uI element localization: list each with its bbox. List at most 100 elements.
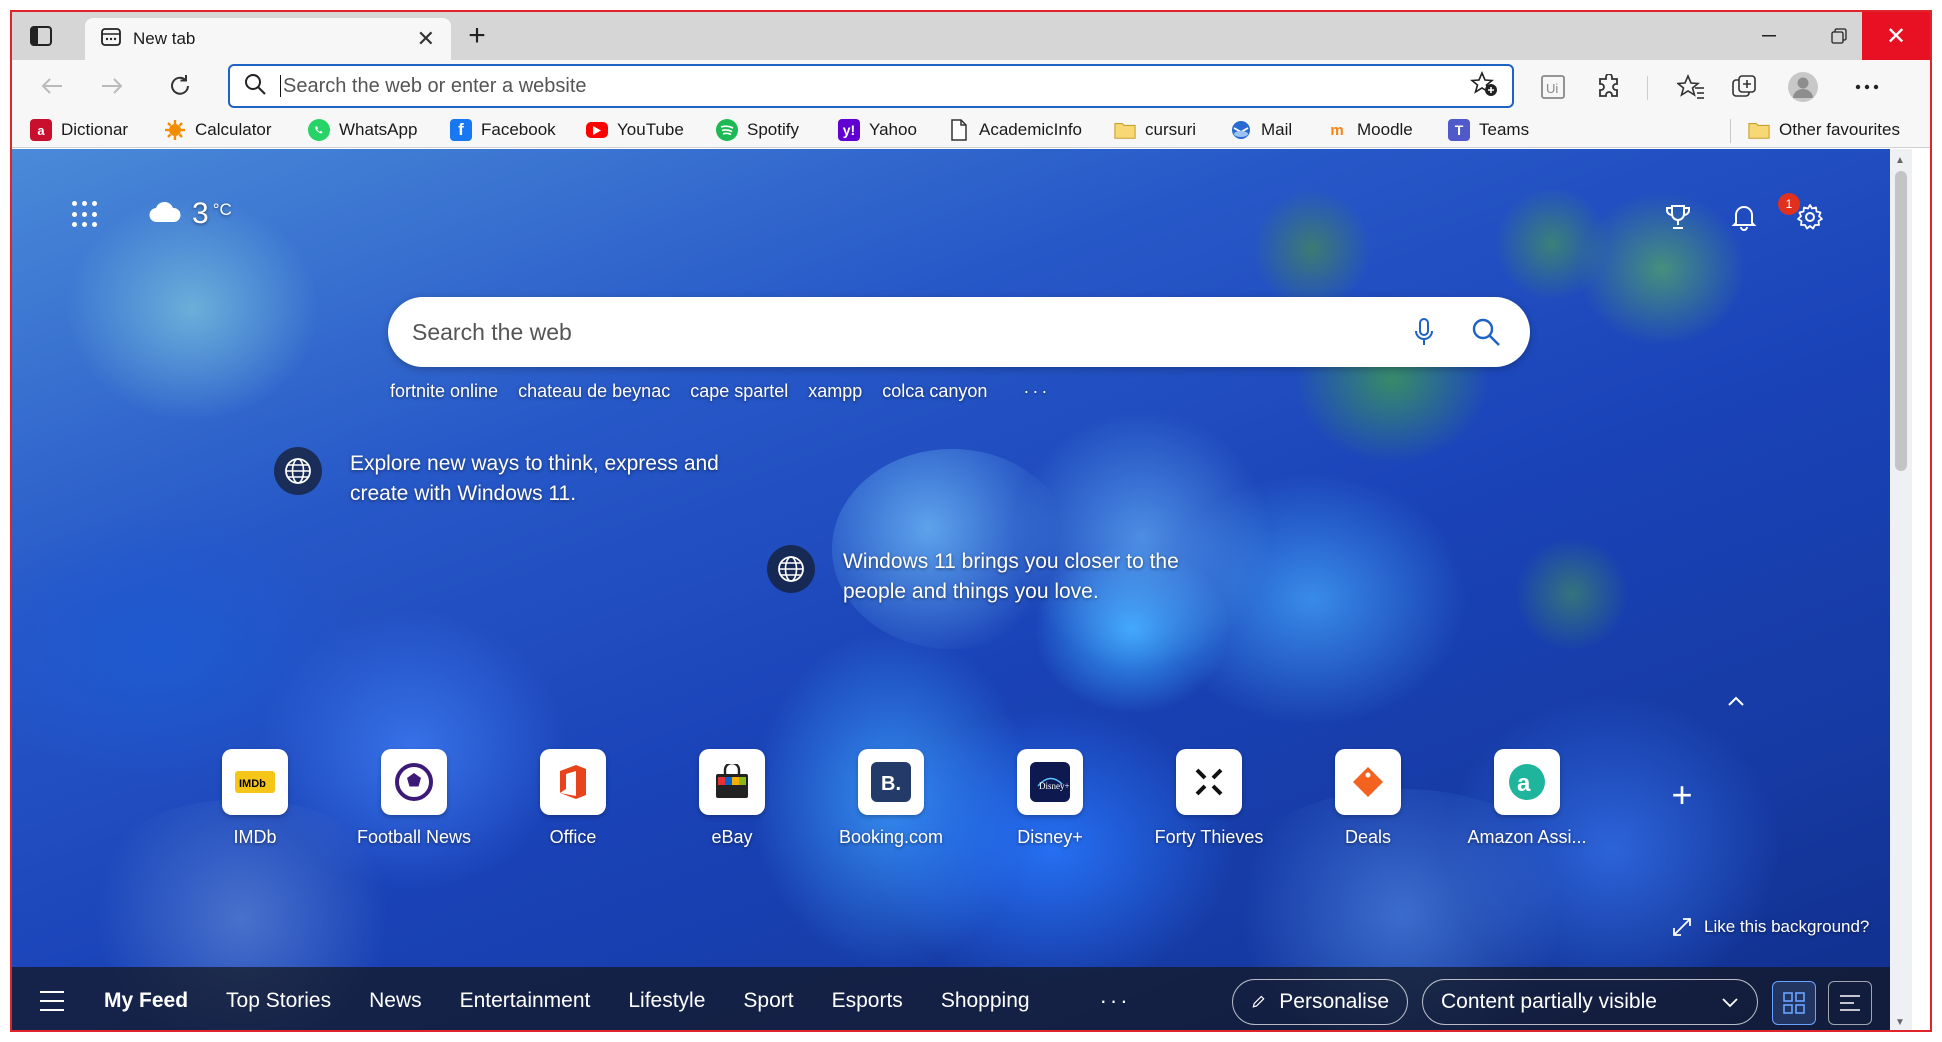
favourite-moodle[interactable]: m Moodle bbox=[1326, 117, 1412, 143]
quick-link-forty-thieves[interactable]: Forty Thieves bbox=[1134, 749, 1284, 848]
favourite-teams[interactable]: T Teams bbox=[1448, 117, 1529, 143]
collections-icon[interactable] bbox=[1728, 70, 1762, 104]
rewards-trophy-icon[interactable] bbox=[1660, 199, 1696, 235]
quick-link-imdb[interactable]: IMDb IMDb bbox=[180, 749, 330, 848]
uipath-extension-icon[interactable]: Ui bbox=[1536, 70, 1570, 104]
search-submit-icon[interactable] bbox=[1466, 312, 1506, 352]
teams-icon: T bbox=[1448, 119, 1470, 141]
trending-search-link[interactable]: chateau de beynac bbox=[518, 381, 670, 402]
refresh-icon[interactable] bbox=[164, 70, 196, 102]
new-tab-page: 3 °C 1 Search the web fortnite online ch… bbox=[12, 149, 1912, 1030]
close-window-icon[interactable]: ✕ bbox=[1862, 12, 1930, 60]
quick-link-football-news[interactable]: Football News bbox=[339, 749, 489, 848]
scrollbar-thumb[interactable] bbox=[1895, 171, 1907, 471]
extensions-icon[interactable] bbox=[1592, 70, 1626, 104]
trending-more-button[interactable]: ··· bbox=[1023, 381, 1050, 402]
favourite-whatsapp[interactable]: WhatsApp bbox=[308, 117, 417, 143]
trending-search-link[interactable]: xampp bbox=[808, 381, 862, 402]
globe-icon bbox=[274, 447, 322, 495]
forward-icon[interactable] bbox=[96, 70, 128, 102]
trending-search-link[interactable]: cape spartel bbox=[690, 381, 788, 402]
trending-searches: fortnite online chateau de beynac cape s… bbox=[390, 377, 1070, 405]
trending-search-link[interactable]: fortnite online bbox=[390, 381, 498, 402]
favourite-label: Calculator bbox=[195, 120, 272, 139]
promo-windows11-closer[interactable]: Windows 11 brings you closer to the peop… bbox=[767, 545, 1203, 607]
quick-link-booking[interactable]: B. Booking.com bbox=[816, 749, 966, 848]
favourite-cursuri[interactable]: cursuri bbox=[1114, 117, 1196, 143]
quick-link-ebay[interactable]: eBay bbox=[657, 749, 807, 848]
quick-link-deals[interactable]: Deals bbox=[1293, 749, 1443, 848]
favourite-yahoo[interactable]: y! Yahoo bbox=[838, 117, 917, 143]
favourite-dictionar[interactable]: a Dictionar bbox=[30, 117, 128, 143]
feed-tab-news[interactable]: News bbox=[369, 989, 422, 1013]
back-icon[interactable] bbox=[36, 70, 68, 102]
microphone-icon[interactable] bbox=[1404, 312, 1444, 352]
personalise-button[interactable]: Personalise bbox=[1232, 979, 1408, 1025]
grid-layout-icon[interactable] bbox=[1772, 981, 1816, 1025]
favourite-facebook[interactable]: f Facebook bbox=[450, 117, 556, 143]
svg-text:a: a bbox=[1517, 770, 1531, 797]
tab-close-icon[interactable]: ✕ bbox=[417, 26, 435, 52]
quick-link-office[interactable]: Office bbox=[498, 749, 648, 848]
minimize-icon[interactable] bbox=[1754, 24, 1784, 48]
favourite-mail[interactable]: Mail bbox=[1230, 117, 1292, 143]
favourite-youtube[interactable]: YouTube bbox=[586, 117, 684, 143]
hamburger-menu-icon[interactable] bbox=[40, 990, 64, 1011]
page-settings-gear-icon[interactable] bbox=[1792, 199, 1828, 235]
feed-tab-my-feed[interactable]: My Feed bbox=[104, 989, 188, 1013]
feed-more-button[interactable]: ··· bbox=[1100, 988, 1131, 1014]
tab-new-tab[interactable]: New tab ✕ bbox=[85, 18, 451, 60]
feed-tab-shopping[interactable]: Shopping bbox=[941, 989, 1030, 1013]
list-layout-icon[interactable] bbox=[1828, 981, 1872, 1025]
quick-link-label: IMDb bbox=[233, 827, 277, 847]
quick-link-label: Office bbox=[549, 827, 597, 847]
tab-actions-icon[interactable] bbox=[26, 22, 56, 50]
more-options-icon[interactable] bbox=[1850, 70, 1884, 104]
favourite-academicinfo[interactable]: AcademicInfo bbox=[948, 117, 1082, 143]
feed-navigation-bar: My Feed Top Stories News Entertainment L… bbox=[12, 967, 1890, 1030]
facebook-icon: f bbox=[450, 119, 472, 141]
web-search-box[interactable]: Search the web bbox=[388, 297, 1530, 367]
restore-icon[interactable] bbox=[1824, 24, 1854, 48]
favourite-calculator[interactable]: Calculator bbox=[164, 117, 272, 143]
notifications-bell-icon[interactable] bbox=[1726, 199, 1762, 235]
feed-tab-top-stories[interactable]: Top Stories bbox=[226, 989, 331, 1013]
feed-tab-lifestyle[interactable]: Lifestyle bbox=[628, 989, 705, 1013]
chevron-down-icon bbox=[1722, 998, 1738, 1008]
apps-launcher-icon[interactable] bbox=[72, 201, 100, 229]
page-scrollbar[interactable]: ▲ ▼ bbox=[1890, 149, 1912, 1030]
title-bar: New tab ✕ + ✕ bbox=[12, 12, 1930, 60]
favourite-label: cursuri bbox=[1145, 120, 1197, 139]
deals-icon bbox=[1335, 749, 1401, 815]
favourite-label: Yahoo bbox=[869, 120, 917, 139]
whatsapp-icon bbox=[308, 119, 330, 141]
chevron-up-icon[interactable] bbox=[1724, 689, 1748, 713]
search-icon bbox=[244, 73, 266, 100]
favourites-icon[interactable] bbox=[1674, 70, 1708, 104]
quick-link-amazon-assistant[interactable]: a Amazon Assi... bbox=[1452, 749, 1602, 848]
promo-windows11-explore[interactable]: Explore new ways to think, express and c… bbox=[274, 447, 720, 509]
web-search-placeholder: Search the web bbox=[412, 318, 572, 345]
weather-widget[interactable]: 3 °C bbox=[148, 197, 232, 231]
add-quick-link-button[interactable]: + bbox=[1666, 774, 1698, 815]
quick-link-label: Amazon Assi... bbox=[1467, 827, 1587, 847]
add-favourite-icon[interactable] bbox=[1469, 70, 1498, 102]
content-visibility-dropdown[interactable]: Content partially visible bbox=[1422, 979, 1758, 1025]
svg-text:Ui: Ui bbox=[1546, 81, 1558, 96]
feed-tab-esports[interactable]: Esports bbox=[832, 989, 903, 1013]
new-tab-button[interactable]: + bbox=[462, 19, 492, 52]
feed-tab-entertainment[interactable]: Entertainment bbox=[460, 989, 591, 1013]
dictionar-icon: a bbox=[30, 119, 52, 141]
other-favourites[interactable]: Other favourites bbox=[1748, 117, 1900, 143]
trending-search-link[interactable]: colca canyon bbox=[882, 381, 987, 402]
background-bud bbox=[1492, 189, 1612, 299]
scroll-down-arrow-icon[interactable]: ▼ bbox=[1895, 1017, 1905, 1028]
quick-link-disney-plus[interactable]: Disney+ Disney+ bbox=[975, 749, 1125, 848]
favourite-spotify[interactable]: Spotify bbox=[716, 117, 799, 143]
scroll-up-arrow-icon[interactable]: ▲ bbox=[1895, 155, 1905, 166]
globe-icon bbox=[767, 545, 815, 593]
address-bar[interactable]: Search the web or enter a website bbox=[228, 64, 1514, 108]
feed-tab-sport[interactable]: Sport bbox=[743, 989, 793, 1013]
like-background-link[interactable]: Like this background? bbox=[1672, 917, 1869, 937]
profile-avatar[interactable] bbox=[1786, 70, 1820, 104]
